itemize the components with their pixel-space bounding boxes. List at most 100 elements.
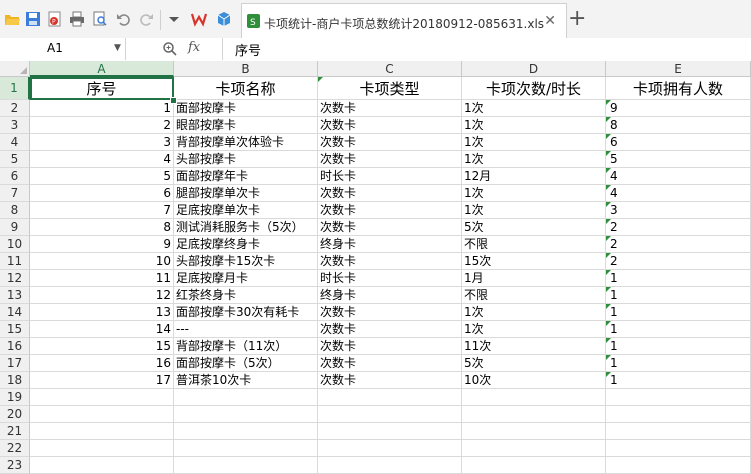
table-cell[interactable]: 不限	[462, 287, 606, 304]
table-cell[interactable]: 2	[606, 219, 751, 236]
row-header[interactable]: 5	[0, 151, 30, 168]
table-cell[interactable]: 次数卡	[318, 100, 462, 117]
new-tab-icon[interactable]: +	[568, 6, 586, 31]
table-cell[interactable]	[30, 457, 174, 474]
column-header-b[interactable]: B	[174, 61, 318, 77]
table-cell[interactable]: 17	[30, 372, 174, 389]
table-cell[interactable]: 次数卡	[318, 372, 462, 389]
table-cell[interactable]: 足底按摩终身卡	[174, 236, 318, 253]
table-cell[interactable]	[174, 389, 318, 406]
table-cell[interactable]: 2	[30, 117, 174, 134]
table-cell[interactable]: 次数卡	[318, 151, 462, 168]
table-cell[interactable]: 12	[30, 287, 174, 304]
table-cell[interactable]: 面部按摩卡30次有耗卡	[174, 304, 318, 321]
row-header[interactable]: 18	[0, 372, 30, 389]
fx-button[interactable]: fx	[188, 40, 200, 55]
table-cell[interactable]: 1月	[462, 270, 606, 287]
table-cell[interactable]: 1次	[462, 304, 606, 321]
table-cell[interactable]	[318, 406, 462, 423]
header-cell[interactable]: 卡项类型	[318, 77, 462, 100]
row-header[interactable]: 16	[0, 338, 30, 355]
table-cell[interactable]: 面部按摩卡（5次）	[174, 355, 318, 372]
row-header[interactable]: 14	[0, 304, 30, 321]
table-cell[interactable]: 1	[606, 304, 751, 321]
table-cell[interactable]: 1	[606, 372, 751, 389]
table-cell[interactable]: 10	[30, 253, 174, 270]
dropdown-icon[interactable]	[166, 11, 182, 27]
chevron-down-icon[interactable]: ▼	[114, 43, 121, 53]
row-header[interactable]: 8	[0, 202, 30, 219]
table-cell[interactable]: 2	[606, 236, 751, 253]
column-header-d[interactable]: D	[462, 61, 606, 77]
row-header[interactable]: 20	[0, 406, 30, 423]
table-cell[interactable]: 眼部按摩卡	[174, 117, 318, 134]
table-cell[interactable]: 5	[30, 168, 174, 185]
table-cell[interactable]	[462, 406, 606, 423]
table-cell[interactable]: 1次	[462, 100, 606, 117]
table-cell[interactable]	[606, 406, 751, 423]
table-cell[interactable]	[606, 423, 751, 440]
table-cell[interactable]: 测试消耗服务卡（5次）	[174, 219, 318, 236]
row-header[interactable]: 12	[0, 270, 30, 287]
table-cell[interactable]	[606, 389, 751, 406]
select-all-corner[interactable]	[0, 61, 30, 77]
table-cell[interactable]: 背部按摩卡（11次）	[174, 338, 318, 355]
table-cell[interactable]: 1	[606, 338, 751, 355]
open-folder-icon[interactable]	[4, 11, 20, 27]
name-box[interactable]: A1 ▼	[0, 38, 126, 60]
table-cell[interactable]: 6	[606, 134, 751, 151]
table-cell[interactable]: 终身卡	[318, 236, 462, 253]
row-header[interactable]: 9	[0, 219, 30, 236]
row-header[interactable]: 23	[0, 457, 30, 474]
table-cell[interactable]: 9	[606, 100, 751, 117]
table-cell[interactable]: 4	[606, 168, 751, 185]
table-cell[interactable]: 面部按摩年卡	[174, 168, 318, 185]
table-cell[interactable]: 次数卡	[318, 304, 462, 321]
spreadsheet-grid[interactable]: A B C D E 1 2 3 4 5 6 7 8 9 10 11 12 13 14 15 16 17 18 19 20 21 22…	[0, 61, 751, 474]
row-header[interactable]: 22	[0, 440, 30, 457]
table-cell[interactable]: 7	[30, 202, 174, 219]
header-cell[interactable]: 卡项拥有人数	[606, 77, 751, 100]
row-header[interactable]: 21	[0, 423, 30, 440]
table-cell[interactable]: 6	[30, 185, 174, 202]
table-cell[interactable]: 面部按摩卡	[174, 100, 318, 117]
table-cell[interactable]: 8	[606, 117, 751, 134]
row-header[interactable]: 2	[0, 100, 30, 117]
row-header[interactable]: 15	[0, 321, 30, 338]
row-header[interactable]: 1	[0, 77, 30, 100]
table-cell[interactable]: 1	[30, 100, 174, 117]
export-pdf-icon[interactable]: P	[47, 11, 63, 27]
table-cell[interactable]: 头部按摩卡15次卡	[174, 253, 318, 270]
table-cell[interactable]: 不限	[462, 236, 606, 253]
table-cell[interactable]	[318, 440, 462, 457]
table-cell[interactable]	[318, 423, 462, 440]
table-cell[interactable]: 普洱茶10次卡	[174, 372, 318, 389]
table-cell[interactable]	[462, 423, 606, 440]
redo-icon[interactable]	[138, 11, 154, 27]
tab-spreadsheet[interactable]: S 卡项统计-商户卡项总数统计20180912-085631.xls ✕	[241, 3, 567, 38]
table-cell[interactable]: 16	[30, 355, 174, 372]
table-cell[interactable]: 1	[606, 321, 751, 338]
table-cell[interactable]: 1次	[462, 117, 606, 134]
table-cell[interactable]: 14	[30, 321, 174, 338]
table-cell[interactable]: 次数卡	[318, 185, 462, 202]
row-header[interactable]: 13	[0, 287, 30, 304]
table-cell[interactable]: 3	[30, 134, 174, 151]
save-icon[interactable]	[25, 11, 41, 27]
table-cell[interactable]: 时长卡	[318, 168, 462, 185]
table-cell[interactable]	[462, 440, 606, 457]
undo-icon[interactable]	[116, 11, 132, 27]
table-cell[interactable]: 头部按摩卡	[174, 151, 318, 168]
column-header-e[interactable]: E	[606, 61, 751, 77]
table-cell[interactable]	[606, 440, 751, 457]
column-header-a[interactable]: A	[30, 61, 174, 77]
table-cell[interactable]	[30, 389, 174, 406]
table-cell[interactable]: 4	[30, 151, 174, 168]
table-cell[interactable]: 1	[606, 270, 751, 287]
table-cell[interactable]: 15	[30, 338, 174, 355]
table-cell[interactable]: 3	[606, 202, 751, 219]
table-cell[interactable]: 12月	[462, 168, 606, 185]
print-icon[interactable]	[69, 11, 85, 27]
table-cell[interactable]: 1	[606, 355, 751, 372]
table-cell[interactable]: 足底按摩单次卡	[174, 202, 318, 219]
